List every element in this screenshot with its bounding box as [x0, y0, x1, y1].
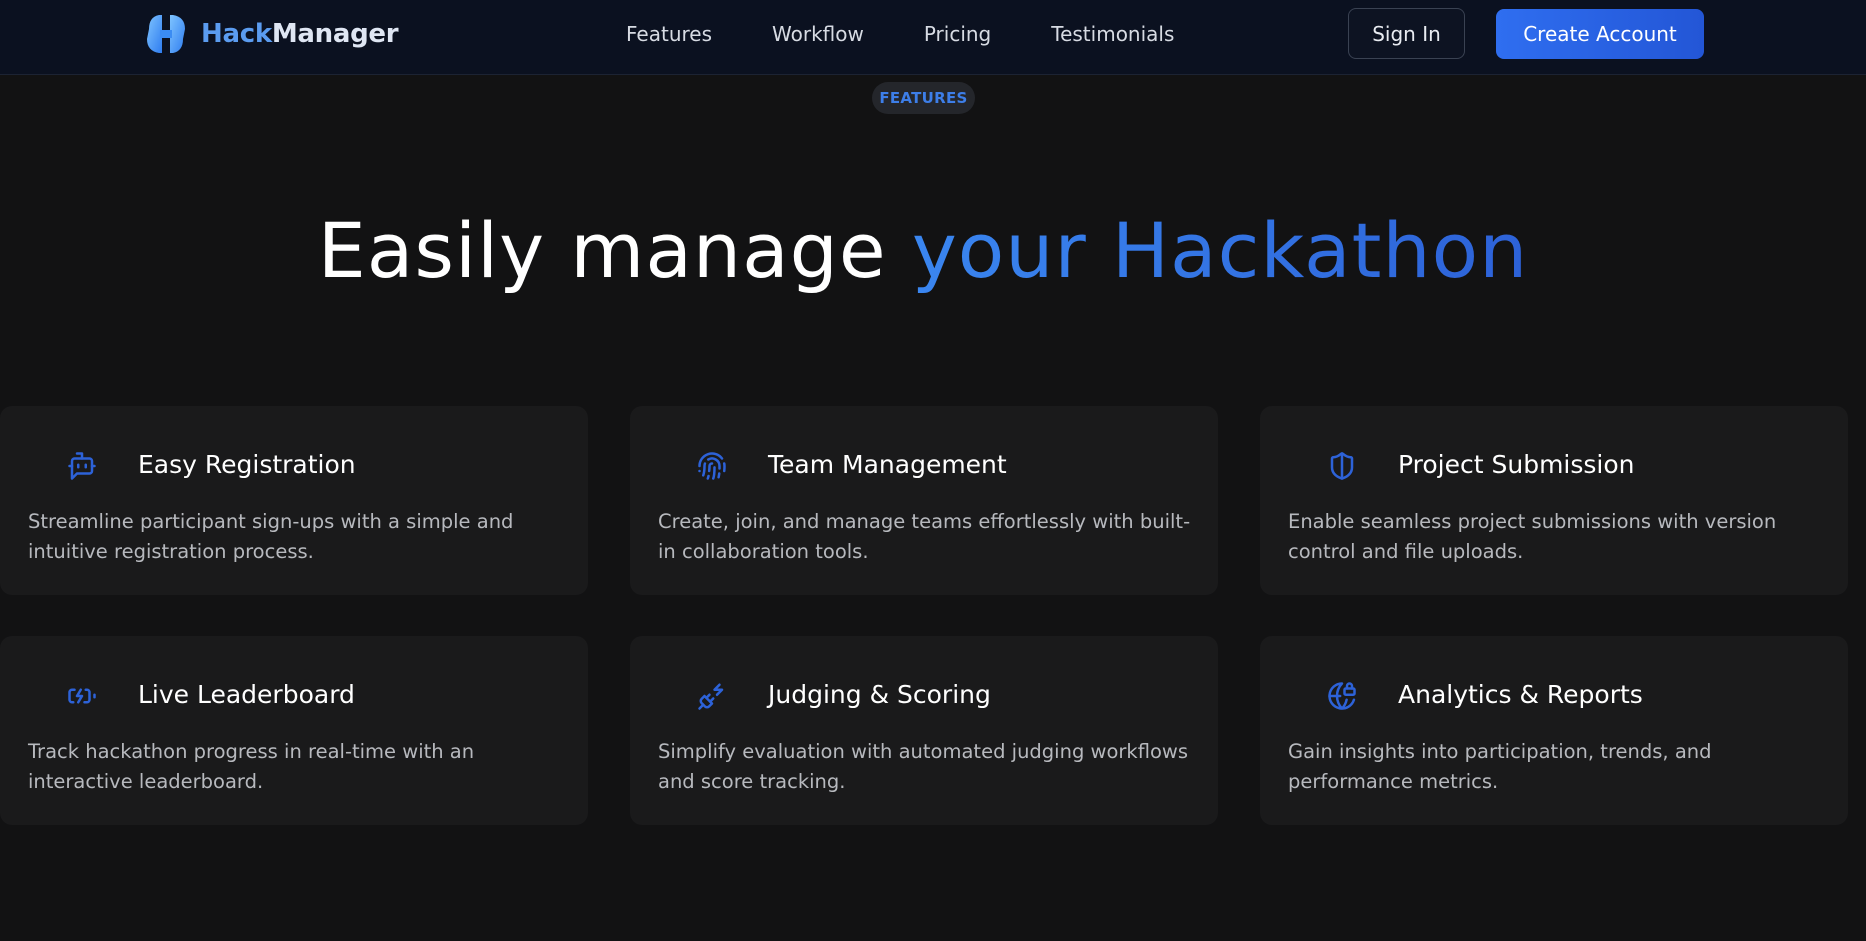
- feature-card-team-management: Team Management Create, join, and manage…: [630, 406, 1218, 595]
- feature-card-easy-registration: Easy Registration Streamline participant…: [0, 406, 588, 595]
- feature-description: Create, join, and manage teams effortles…: [658, 510, 1191, 563]
- feature-description: Streamline participant sign-ups with a s…: [28, 510, 514, 563]
- feature-card-analytics-reports: Analytics & Reports Gain insights into p…: [1260, 636, 1848, 825]
- feature-description: Track hackathon progress in real-time wi…: [28, 740, 475, 793]
- shield-icon: [1326, 450, 1358, 482]
- feature-title: Project Submission: [1398, 450, 1635, 479]
- battery-charging-icon: [66, 680, 98, 712]
- feature-title: Team Management: [768, 450, 1007, 479]
- bot-icon: [66, 450, 98, 482]
- feature-title: Live Leaderboard: [138, 680, 355, 709]
- features-badge: FEATURES: [872, 82, 975, 114]
- nav-link-testimonials[interactable]: Testimonials: [1051, 18, 1174, 50]
- hackmanager-logo-icon: [143, 11, 189, 57]
- feature-title: Easy Registration: [138, 450, 356, 479]
- brand-logo-link[interactable]: HackManager: [143, 11, 399, 57]
- feature-description: Simplify evaluation with automated judgi…: [658, 740, 1189, 793]
- page-title: Easily manage your Hackathon: [317, 206, 1529, 295]
- feature-card-live-leaderboard: Live Leaderboard Track hackathon progres…: [0, 636, 588, 825]
- create-account-button[interactable]: Create Account: [1496, 9, 1704, 59]
- globe-lock-icon: [1326, 680, 1358, 712]
- nav-link-features[interactable]: Features: [626, 18, 712, 50]
- feature-card-judging-scoring: Judging & Scoring Simplify evaluation wi…: [630, 636, 1218, 825]
- feature-title: Judging & Scoring: [768, 680, 991, 709]
- feature-card-project-submission: Project Submission Enable seamless proje…: [1260, 406, 1848, 595]
- feature-description: Enable seamless project submissions with…: [1288, 510, 1777, 563]
- top-navbar: HackManager Features Workflow Pricing Te…: [0, 0, 1866, 75]
- nav-link-pricing[interactable]: Pricing: [924, 18, 991, 50]
- nav-link-workflow[interactable]: Workflow: [772, 18, 864, 50]
- plug-zap-icon: [696, 680, 728, 712]
- feature-description: Gain insights into participation, trends…: [1288, 740, 1712, 793]
- nav-links: Features Workflow Pricing Testimonials: [626, 18, 1234, 50]
- sign-in-button[interactable]: Sign In: [1348, 8, 1465, 59]
- fingerprint-icon: [696, 450, 728, 482]
- brand-name: HackManager: [201, 19, 399, 49]
- feature-title: Analytics & Reports: [1398, 680, 1643, 709]
